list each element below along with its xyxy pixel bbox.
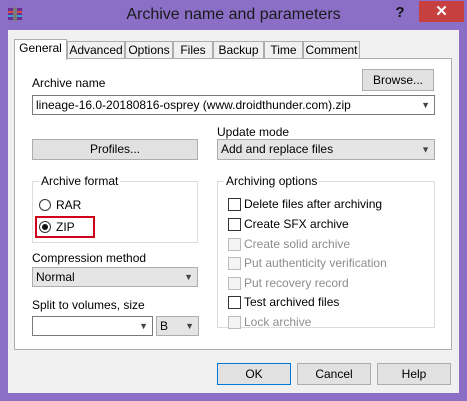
checkbox-recovery-record: Put recovery record	[228, 276, 428, 291]
compression-method-value: Normal	[36, 270, 75, 284]
ok-button[interactable]: OK	[217, 363, 291, 385]
checkbox-icon[interactable]	[228, 296, 241, 309]
checkbox-test-archived[interactable]: Test archived files	[228, 295, 428, 310]
tab-comment[interactable]: Comment	[303, 41, 360, 58]
chevron-down-icon[interactable]: ▼	[421, 140, 430, 159]
split-unit-value: B	[160, 319, 169, 333]
checkbox-icon[interactable]	[228, 198, 241, 211]
checkbox-icon[interactable]	[228, 218, 241, 231]
chevron-down-icon[interactable]: ▼	[184, 268, 193, 286]
checkbox-lock-archive: Lock archive	[228, 315, 428, 330]
split-unit-select[interactable]: B ▼	[156, 316, 199, 336]
archiving-options-group: Archiving options Delete files after arc…	[217, 174, 435, 330]
compression-method-label: Compression method	[32, 251, 147, 265]
radio-button-icon[interactable]	[39, 199, 51, 211]
dialog-client-area: General Advanced Options Files Backup Ti…	[8, 30, 459, 393]
chevron-down-icon[interactable]: ▼	[185, 317, 194, 335]
checkbox-authenticity: Put authenticity verification	[228, 256, 428, 271]
context-help-button[interactable]: ?	[389, 3, 411, 23]
chevron-down-icon[interactable]: ▼	[139, 317, 148, 335]
checkbox-icon	[228, 238, 241, 251]
close-button[interactable]: ✕	[419, 1, 464, 22]
tab-general[interactable]: General	[14, 39, 67, 60]
radio-rar-label: RAR	[56, 198, 82, 212]
archive-format-group: Archive format RAR ZIP	[32, 174, 198, 243]
checkbox-lock-archive-label: Lock archive	[244, 315, 312, 329]
checkbox-icon	[228, 316, 241, 329]
checkbox-create-solid: Create solid archive	[228, 237, 428, 252]
checkbox-icon	[228, 277, 241, 290]
checkbox-authenticity-label: Put authenticity verification	[244, 256, 387, 270]
archive-format-title: Archive format	[39, 174, 121, 188]
checkbox-create-sfx[interactable]: Create SFX archive	[228, 217, 428, 232]
archive-name-value: lineage-16.0-20180816-osprey (www.droidt…	[36, 98, 351, 112]
checkbox-create-solid-label: Create solid archive	[244, 237, 351, 251]
dialog-window: Archive name and parameters ? ✕ General …	[0, 0, 467, 401]
update-mode-label: Update mode	[217, 125, 290, 139]
general-tab-panel: Archive name Browse... lineage-16.0-2018…	[14, 58, 452, 350]
checkbox-delete-files-label: Delete files after archiving	[244, 197, 383, 211]
split-size-combo[interactable]: ▼	[32, 316, 153, 336]
zip-highlight-box	[35, 216, 95, 238]
tab-backup[interactable]: Backup	[213, 41, 264, 58]
cancel-button[interactable]: Cancel	[297, 363, 371, 385]
tab-time[interactable]: Time	[264, 41, 303, 58]
browse-button[interactable]: Browse...	[362, 69, 434, 91]
update-mode-value: Add and replace files	[221, 142, 334, 156]
help-button[interactable]: Help	[377, 363, 451, 385]
title-bar[interactable]: Archive name and parameters ? ✕	[0, 0, 467, 30]
tab-options[interactable]: Options	[125, 41, 173, 58]
archive-name-label: Archive name	[32, 76, 106, 90]
tab-advanced[interactable]: Advanced	[67, 41, 125, 58]
checkbox-delete-files[interactable]: Delete files after archiving	[228, 197, 428, 212]
compression-method-select[interactable]: Normal ▼	[32, 267, 198, 287]
archive-name-combo[interactable]: lineage-16.0-20180816-osprey (www.droidt…	[32, 95, 435, 115]
profiles-button[interactable]: Profiles...	[32, 139, 198, 160]
update-mode-select[interactable]: Add and replace files ▼	[217, 139, 435, 160]
tab-files[interactable]: Files	[173, 41, 213, 58]
checkbox-icon	[228, 257, 241, 270]
chevron-down-icon[interactable]: ▼	[421, 96, 430, 114]
archiving-options-title: Archiving options	[224, 174, 320, 188]
checkbox-recovery-record-label: Put recovery record	[244, 276, 349, 290]
checkbox-create-sfx-label: Create SFX archive	[244, 217, 349, 231]
split-volumes-label: Split to volumes, size	[32, 298, 145, 312]
checkbox-test-archived-label: Test archived files	[244, 295, 340, 309]
